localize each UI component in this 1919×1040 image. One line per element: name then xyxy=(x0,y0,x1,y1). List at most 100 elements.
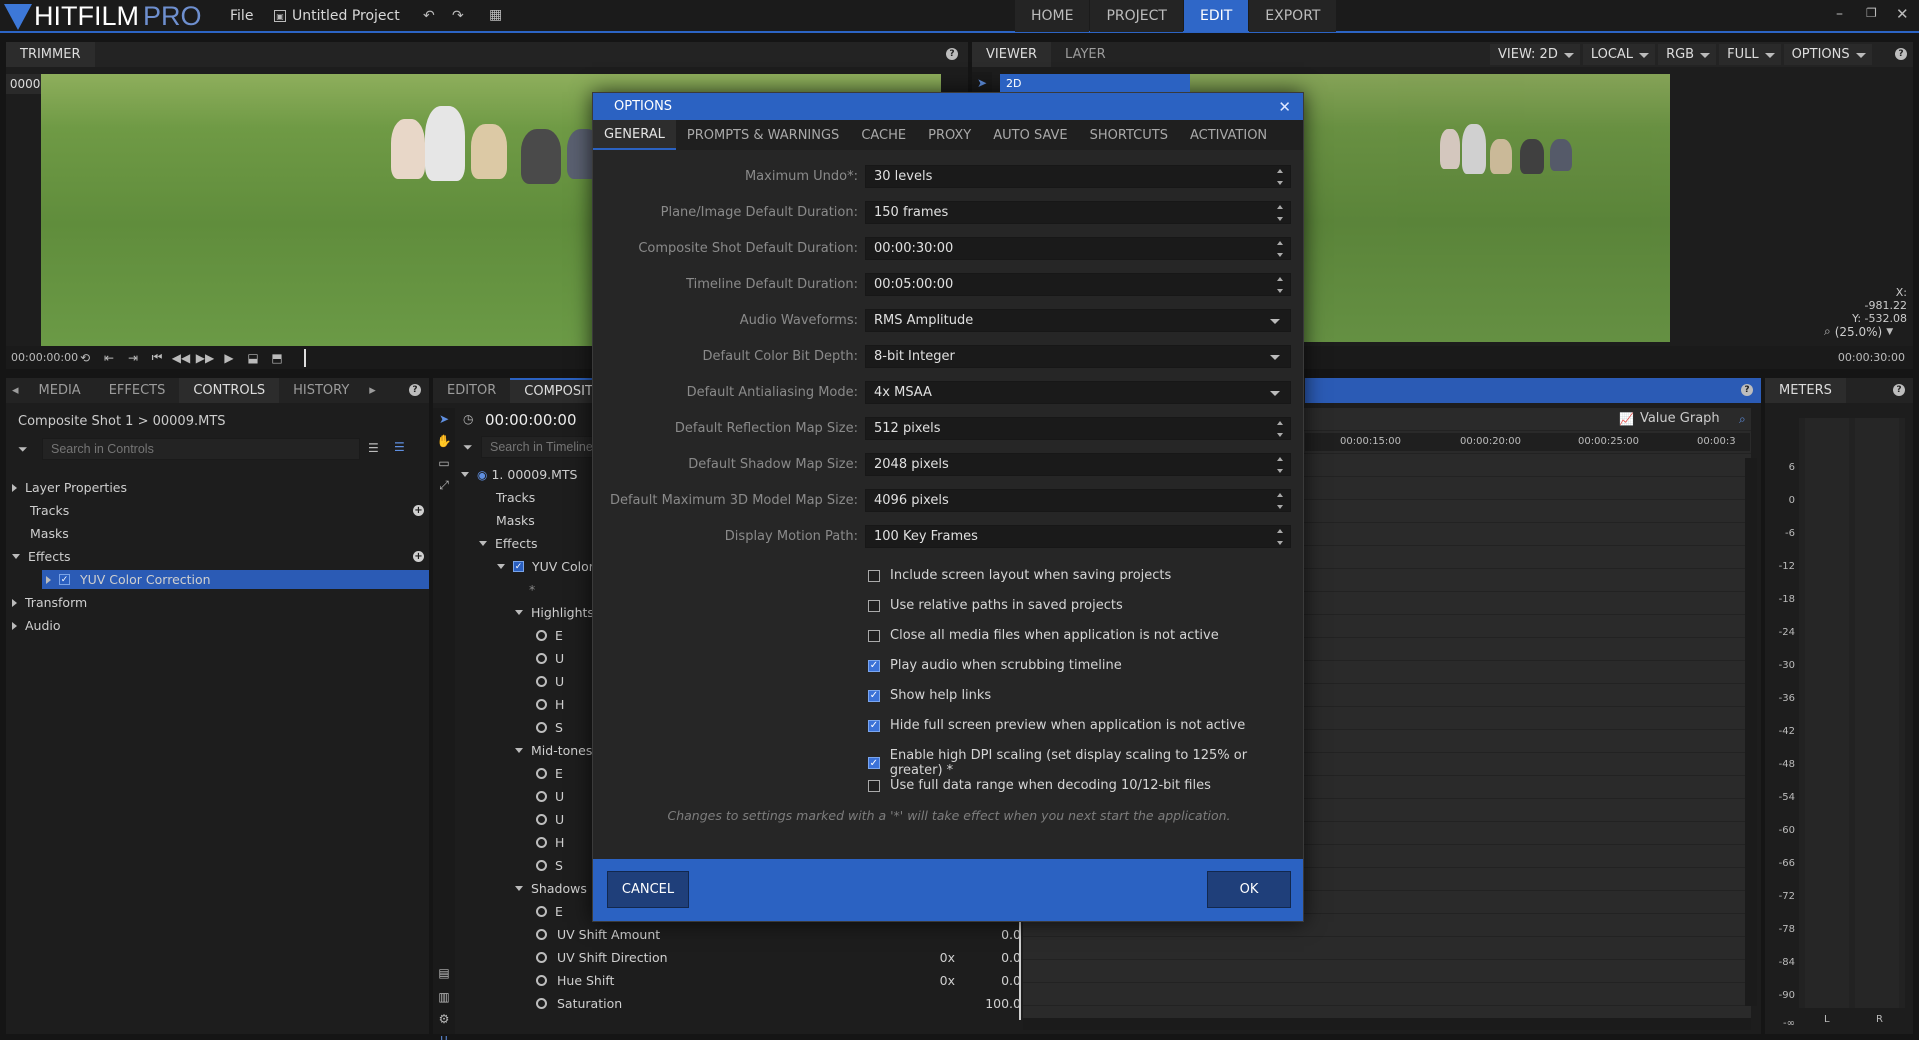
gear-icon[interactable]: ⚙ xyxy=(433,1008,455,1030)
checkbox-unchecked[interactable] xyxy=(868,569,880,582)
spin-input[interactable]: 2048 pixels xyxy=(865,453,1291,476)
add-effect-icon[interactable]: + xyxy=(413,551,424,562)
select-tool-icon[interactable]: ➤ xyxy=(972,73,992,93)
help-icon[interactable]: ? xyxy=(946,48,958,60)
redo-icon[interactable]: ↷ xyxy=(452,8,464,24)
help-icon[interactable]: ? xyxy=(1741,384,1753,396)
keyframe-icon[interactable] xyxy=(536,676,547,687)
tab-editor[interactable]: EDITOR xyxy=(433,378,510,403)
spinner-arrows-icon[interactable] xyxy=(1276,169,1284,185)
checkbox-checked[interactable]: ✓ xyxy=(868,757,880,769)
tab-viewer[interactable]: VIEWER xyxy=(972,42,1052,67)
param-row[interactable]: H xyxy=(536,833,564,852)
zoom-fit-icon[interactable]: ⌕ xyxy=(1739,412,1746,427)
option-checkbox-row[interactable]: Include screen layout when saving projec… xyxy=(868,568,1171,583)
spin-input[interactable]: 30 levels xyxy=(865,165,1291,188)
checkbox-checked[interactable]: ✓ xyxy=(868,659,880,672)
spin-input[interactable]: 512 pixels xyxy=(865,417,1291,440)
cancel-button[interactable]: CANCEL xyxy=(607,871,689,908)
insert-icon[interactable]: ⬓ xyxy=(241,351,265,365)
timeline-horizontal-scrollbar[interactable] xyxy=(1023,1018,1751,1030)
dropdown-select[interactable]: 8-bit Integer xyxy=(865,345,1291,368)
timeline-shadows[interactable]: Shadows xyxy=(515,879,587,898)
option-checkbox-row[interactable]: ✓ Enable high DPI scaling (set display sc… xyxy=(868,748,1303,778)
set-in-icon[interactable]: ⇤ xyxy=(97,351,121,365)
tab-layer[interactable]: LAYER xyxy=(1051,42,1120,67)
timeline-layer[interactable]: ◉ 1. 00009.MTS xyxy=(461,465,577,484)
help-icon[interactable]: ? xyxy=(1895,48,1907,60)
tab-home[interactable]: HOME xyxy=(1015,0,1090,32)
help-icon[interactable]: ? xyxy=(1893,384,1905,396)
param-row[interactable]: S xyxy=(536,856,563,875)
tab-export[interactable]: EXPORT xyxy=(1249,0,1337,32)
param-row[interactable]: U xyxy=(536,810,564,829)
eye-icon[interactable]: ◉ xyxy=(477,468,487,482)
dropdown-select[interactable]: 4x MSAA xyxy=(865,381,1291,404)
spinner-arrows-icon[interactable] xyxy=(1276,241,1284,257)
tree-view-icon[interactable]: ☰ xyxy=(394,440,405,454)
overlay-icon[interactable]: ⬒ xyxy=(265,351,289,365)
option-checkbox-row[interactable]: ✓ Show help links xyxy=(868,688,991,703)
dialog-tab-prompts-warnings[interactable]: PROMPTS & WARNINGS xyxy=(676,120,850,150)
keyframe-icon[interactable] xyxy=(536,722,547,733)
select-tool-icon[interactable]: ➤ xyxy=(433,408,455,430)
spin-input[interactable]: 00:05:00:00 xyxy=(865,273,1291,296)
spin-input[interactable]: 100 Key Frames xyxy=(865,525,1291,548)
dialog-tab-proxy[interactable]: PROXY xyxy=(917,120,982,150)
spin-input[interactable]: 4096 pixels xyxy=(865,489,1291,512)
param-row[interactable]: U xyxy=(536,649,564,668)
timeline-tracks[interactable]: Tracks xyxy=(496,488,535,507)
checkbox-unchecked[interactable] xyxy=(868,599,880,612)
spinner-arrows-icon[interactable] xyxy=(1276,205,1284,221)
dropdown-select[interactable]: RMS Amplitude xyxy=(865,309,1291,332)
option-checkbox-row[interactable]: Use full data range when decoding 10/12-… xyxy=(868,778,1211,793)
keyframe-icon[interactable] xyxy=(536,860,547,871)
param-row[interactable]: U xyxy=(536,672,564,691)
effect-enabled-checkbox[interactable]: ✓ xyxy=(513,561,524,572)
help-icon[interactable]: ? xyxy=(409,384,421,396)
step-back-icon[interactable]: ◀◀ xyxy=(169,351,193,365)
keyframe-icon[interactable] xyxy=(536,929,547,940)
spinner-arrows-icon[interactable] xyxy=(1276,529,1284,545)
tab-edit[interactable]: EDIT xyxy=(1183,0,1249,32)
tab-effects[interactable]: EFFECTS xyxy=(95,378,180,403)
tree-transform[interactable]: Transform xyxy=(12,593,87,612)
tab-media[interactable]: MEDIA xyxy=(25,378,95,403)
film-strip-icon[interactable]: ▥ xyxy=(433,986,455,1008)
ok-button[interactable]: OK xyxy=(1207,871,1291,908)
value-graph-button[interactable]: 📈 Value Graph xyxy=(1619,411,1720,426)
tree-audio[interactable]: Audio xyxy=(12,616,61,635)
dialog-tab-activation[interactable]: ACTIVATION xyxy=(1179,120,1278,150)
checkbox-unchecked[interactable] xyxy=(868,629,880,642)
param-row[interactable]: H xyxy=(536,695,564,714)
maximize-icon[interactable]: ❐ xyxy=(1866,6,1877,20)
film-icon[interactable]: ▤ xyxy=(433,962,455,984)
tabs-scroll-left-icon[interactable]: ◂ xyxy=(6,378,25,403)
keyframe-icon[interactable] xyxy=(536,814,547,825)
effect-enabled-checkbox[interactable]: ✓ xyxy=(59,574,70,585)
editor-timecode[interactable]: 00:00:00:00 xyxy=(485,411,577,429)
slice-tool-icon[interactable]: ▭ xyxy=(433,452,455,474)
grid-icon[interactable]: ▦ xyxy=(489,7,502,23)
timeline-highlights[interactable]: Highlights xyxy=(515,603,594,622)
list-view-icon[interactable]: ☰ xyxy=(368,441,379,455)
slip-tool-icon[interactable]: ⤢ xyxy=(433,475,455,497)
dialog-tab-auto-save[interactable]: AUTO SAVE xyxy=(982,120,1078,150)
option-checkbox-row[interactable]: Use relative paths in saved projects xyxy=(868,598,1123,613)
minimize-icon[interactable]: – xyxy=(1836,6,1843,22)
tree-tracks[interactable]: Tracks xyxy=(30,501,69,520)
keyframe-icon[interactable] xyxy=(536,906,547,917)
undo-icon[interactable]: ↶ xyxy=(423,8,435,24)
timeline-ruler[interactable]: 00:00:15:00 00:00:20:00 00:00:25:00 00:0… xyxy=(1305,433,1750,451)
tab-meters[interactable]: METERS xyxy=(1765,378,1846,403)
keyframe-icon[interactable] xyxy=(536,699,547,710)
close-window-icon[interactable]: ✕ xyxy=(1896,5,1909,23)
param-row[interactable]: E xyxy=(536,902,563,921)
controls-search-input[interactable] xyxy=(42,438,360,460)
rgb-select[interactable]: RGB xyxy=(1658,44,1717,65)
add-track-icon[interactable]: + xyxy=(413,505,424,516)
tab-controls[interactable]: CONTROLS xyxy=(179,378,280,403)
tree-layer-properties[interactable]: Layer Properties xyxy=(12,478,127,497)
tab-history[interactable]: HISTORY xyxy=(279,378,363,403)
tab-trimmer[interactable]: TRIMMER xyxy=(6,42,95,67)
